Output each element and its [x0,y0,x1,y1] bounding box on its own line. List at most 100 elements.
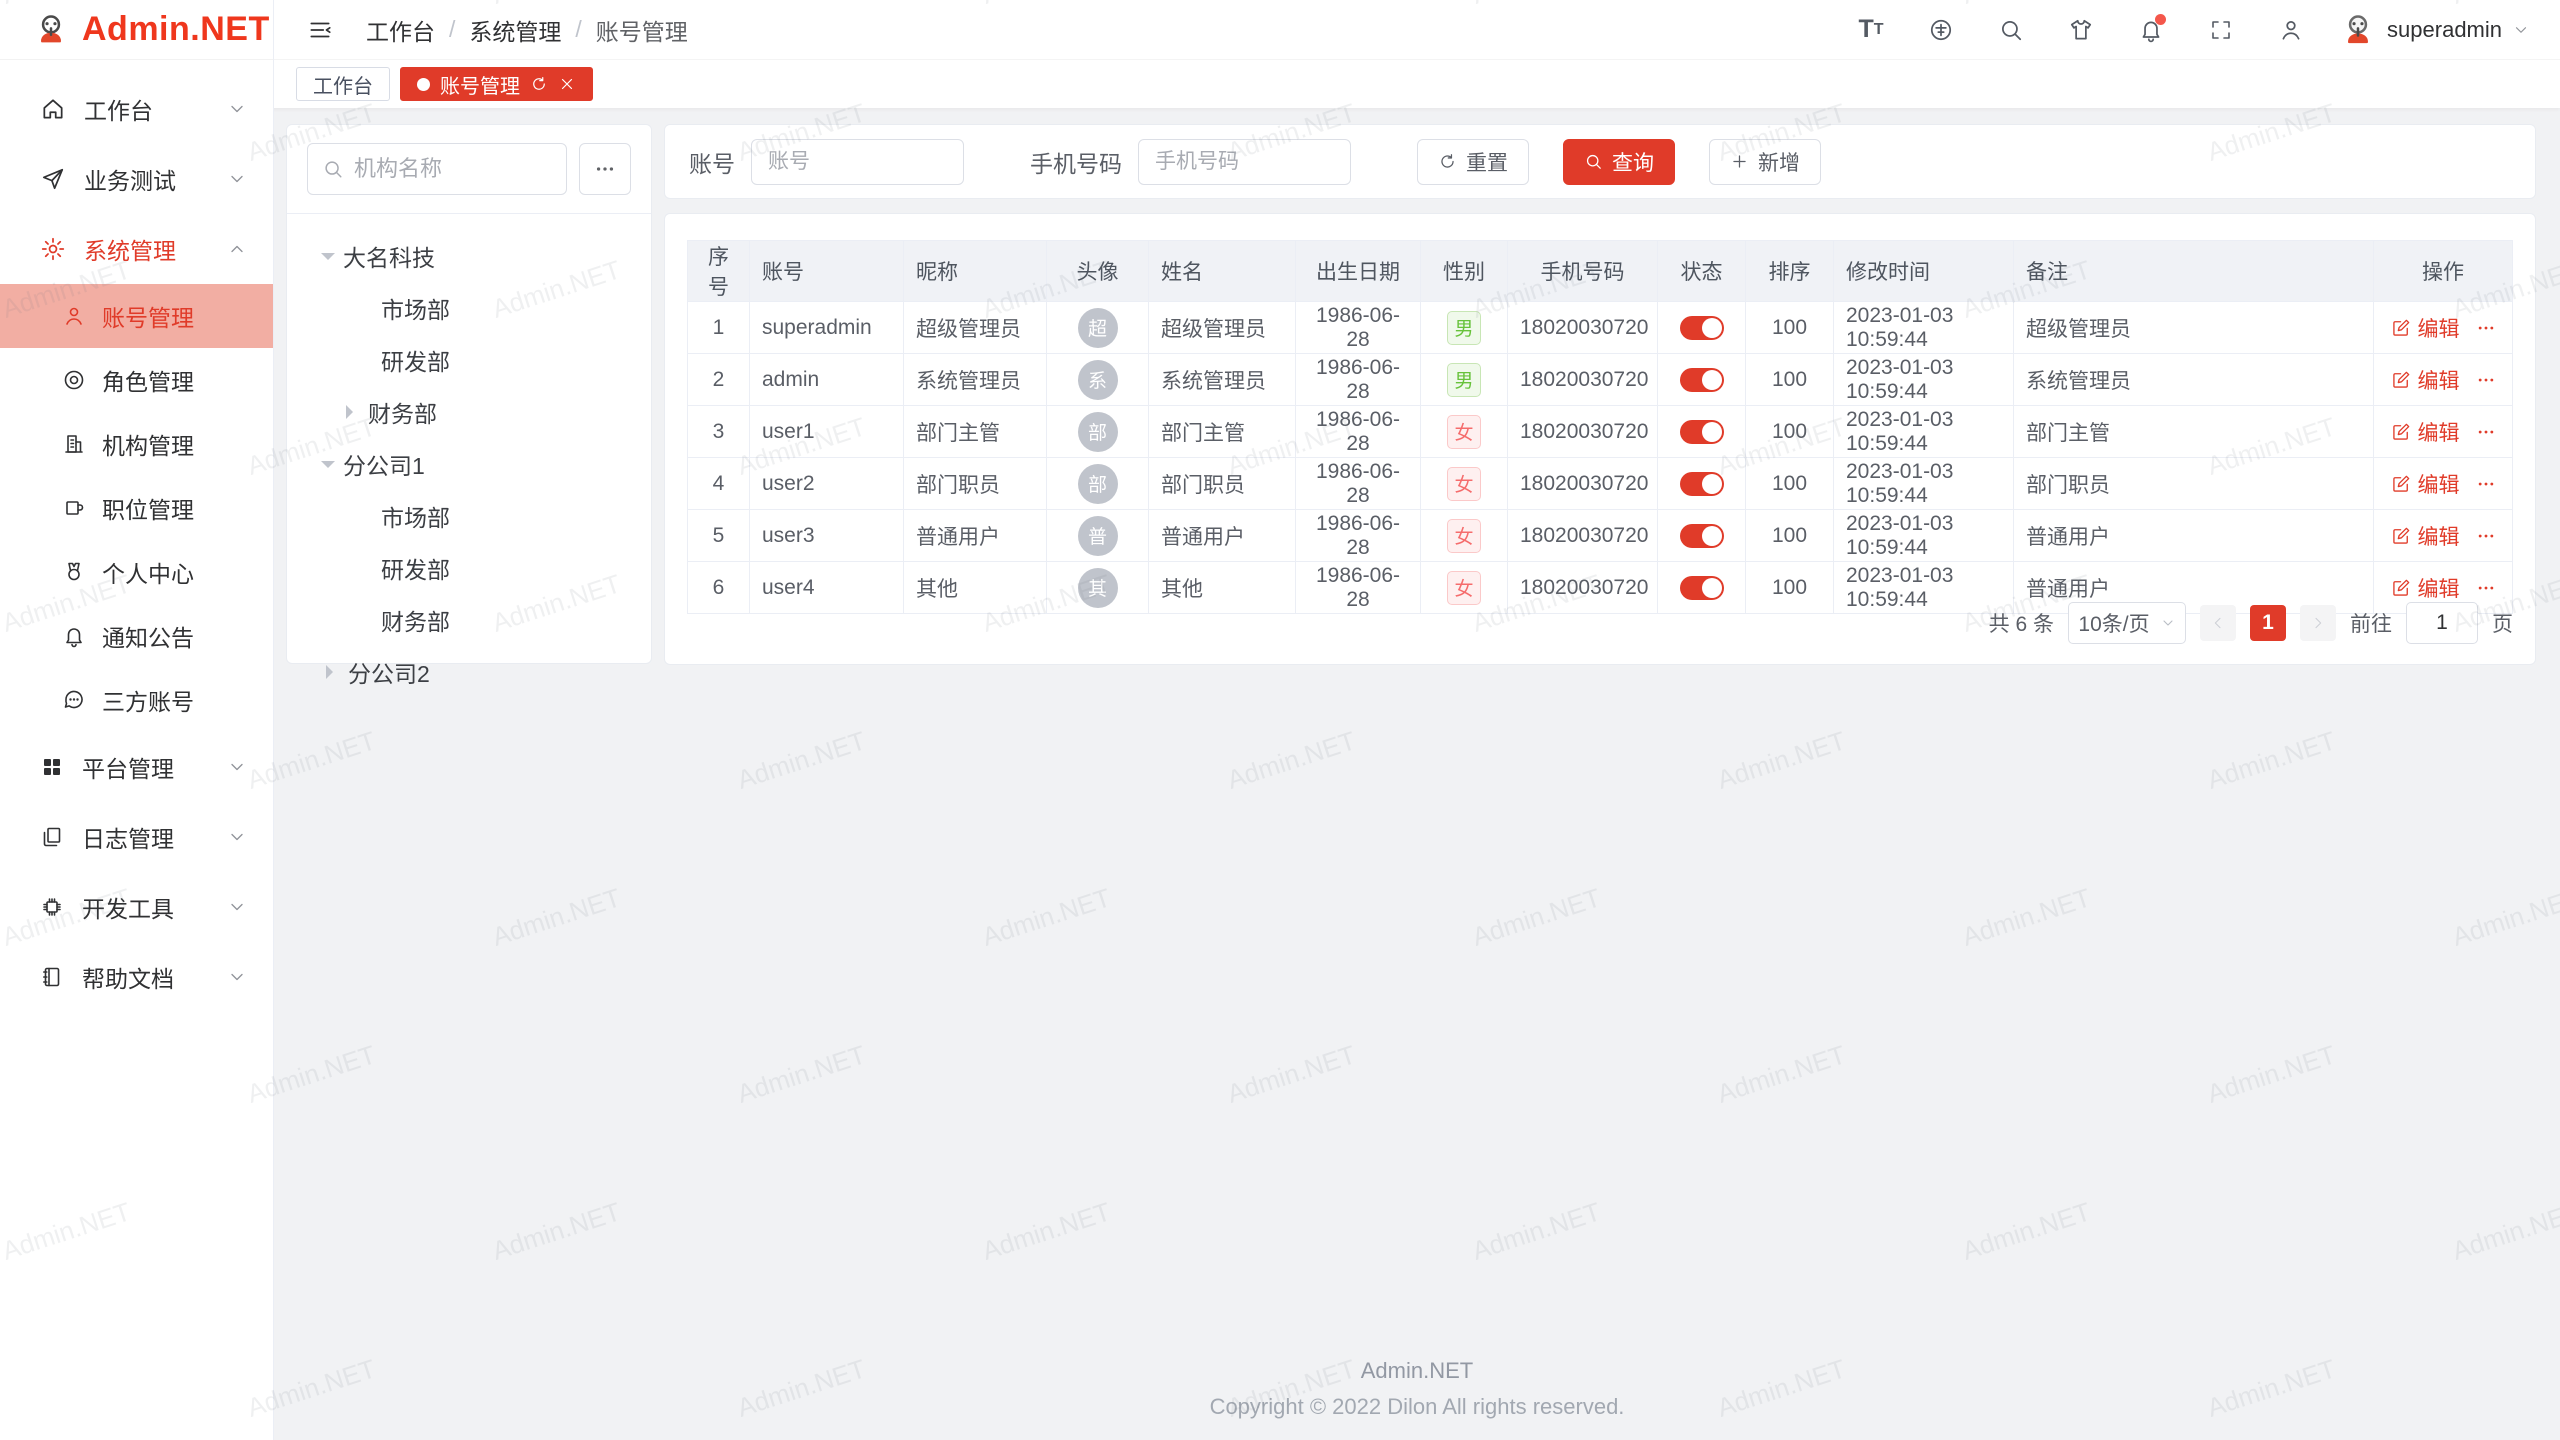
gender-badge: 女 [1447,467,1481,501]
sidebar-item-business-test[interactable]: 业务测试 [0,144,273,214]
documents-icon [40,825,64,849]
reset-button[interactable]: 重置 [1417,139,1529,185]
add-button[interactable]: 新增 [1709,139,1821,185]
phone-filter-label: 手机号码 [1030,145,1122,179]
sidebar-item-platform-management[interactable]: 平台管理 [0,732,273,802]
col-remark: 备注 [2014,241,2374,302]
close-icon[interactable] [558,75,576,93]
col-status: 状态 [1658,241,1746,302]
gender-badge: 男 [1447,311,1481,345]
sidebar-item-dev-tools[interactable]: 开发工具 [0,872,273,942]
building-icon [62,432,86,456]
profile-icon[interactable] [2269,8,2313,52]
phone-filter-input[interactable] [1138,139,1351,185]
sidebar-item-position-management[interactable]: 职位管理 [0,476,273,540]
search-icon [322,158,344,180]
caret-right-icon[interactable] [346,405,360,419]
tab-workbench[interactable]: 工作台 [296,67,390,101]
sidebar-item-workbench[interactable]: 工作台 [0,74,273,144]
user-menu[interactable]: superadmin [2339,11,2530,49]
ellipsis-icon [2476,422,2496,442]
sidebar-item-role-management[interactable]: 角色管理 [0,348,273,412]
language-icon[interactable] [1919,8,1963,52]
tab-bar: 工作台 账号管理 [0,60,2560,108]
more-actions-button[interactable] [2476,318,2496,338]
col-nickname: 昵称 [904,241,1047,302]
caret-down-icon[interactable] [321,461,335,475]
more-actions-button[interactable] [2476,526,2496,546]
edit-button[interactable]: 编辑 [2391,365,2460,395]
more-actions-button[interactable] [2476,422,2496,442]
username: superadmin [2387,17,2502,43]
prev-page-button[interactable] [2200,605,2236,641]
caret-right-icon[interactable] [326,665,340,679]
more-actions-button[interactable] [2476,474,2496,494]
notebook-icon [40,965,64,989]
caret-down-icon[interactable] [321,253,335,267]
status-toggle[interactable] [1680,472,1724,496]
tree-node[interactable]: 分公司1 [307,438,631,490]
edit-button[interactable]: 编辑 [2391,521,2460,551]
sidebar-item-account-management[interactable]: 账号管理 [0,284,273,348]
search-button[interactable]: 查询 [1563,139,1675,185]
collapse-menu-icon[interactable] [298,8,342,52]
tree-node[interactable]: 财务部 [307,386,631,438]
sidebar-item-system-management[interactable]: 系统管理 [0,214,273,284]
status-toggle[interactable] [1680,576,1724,600]
col-seq: 序号 [688,241,750,302]
tree-node[interactable]: 研发部 [307,334,631,386]
org-more-options-button[interactable] [579,143,631,195]
breadcrumb-item-account: 账号管理 [596,13,688,47]
edit-icon [2391,474,2411,494]
tree-node[interactable]: 研发部 [307,542,631,594]
table-row: 3 user1 部门主管 部 部门主管 1986-06-28 女 1802003… [688,406,2513,458]
current-page-button[interactable]: 1 [2250,605,2286,641]
sidebar-item-help-docs[interactable]: 帮助文档 [0,942,273,1012]
edit-button[interactable]: 编辑 [2391,417,2460,447]
sidebar-item-log-management[interactable]: 日志管理 [0,802,273,872]
status-toggle[interactable] [1680,420,1724,444]
org-search-input[interactable] [354,156,552,182]
sidebar-item-org-management[interactable]: 机构管理 [0,412,273,476]
font-size-icon[interactable]: TT [1849,8,1893,52]
more-actions-button[interactable] [2476,578,2496,598]
pagination: 共 6 条 10条/页 1 前往 页 [1989,602,2513,644]
status-toggle[interactable] [1680,368,1724,392]
edit-button[interactable]: 编辑 [2391,469,2460,499]
gender-badge: 女 [1447,519,1481,553]
sidebar-item-third-party-account[interactable]: 三方账号 [0,668,273,732]
ellipsis-icon [2476,526,2496,546]
edit-button[interactable]: 编辑 [2391,573,2460,603]
tab-account-management[interactable]: 账号管理 [400,67,593,101]
breadcrumb-item-workbench[interactable]: 工作台 [366,13,435,47]
ellipsis-icon [2476,474,2496,494]
logo[interactable]: Admin.NET [0,0,273,60]
user-icon [62,304,86,328]
theme-icon[interactable] [2059,8,2103,52]
page-size-select[interactable]: 10条/页 [2068,602,2186,644]
org-tree-panel: 大名科技 市场部 研发部 财务部 分公司1 市场部 研发部 财务部 分公司2 [286,124,652,664]
next-page-button[interactable] [2300,605,2336,641]
status-toggle[interactable] [1680,316,1724,340]
cpu-icon [40,895,64,919]
sidebar-item-notice[interactable]: 通知公告 [0,604,273,668]
system-management-submenu: 账号管理 角色管理 机构管理 职位管理 个人中心 [0,284,273,732]
more-actions-button[interactable] [2476,370,2496,390]
tree-node[interactable]: 市场部 [307,282,631,334]
breadcrumb-item-system[interactable]: 系统管理 [469,13,561,47]
notification-icon[interactable] [2129,8,2173,52]
fullscreen-icon[interactable] [2199,8,2243,52]
search-icon[interactable] [1989,8,2033,52]
col-avatar: 头像 [1047,241,1149,302]
tree-node[interactable]: 财务部 [307,594,631,646]
refresh-icon[interactable] [530,75,548,93]
account-filter-input[interactable] [751,139,964,185]
status-toggle[interactable] [1680,524,1724,548]
tree-node[interactable]: 分公司2 [307,646,631,698]
edit-button[interactable]: 编辑 [2391,313,2460,343]
sidebar-item-personal-center[interactable]: 个人中心 [0,540,273,604]
role-icon [62,368,86,392]
tree-node[interactable]: 大名科技 [307,230,631,282]
goto-page-input[interactable] [2406,602,2478,644]
tree-node[interactable]: 市场部 [307,490,631,542]
